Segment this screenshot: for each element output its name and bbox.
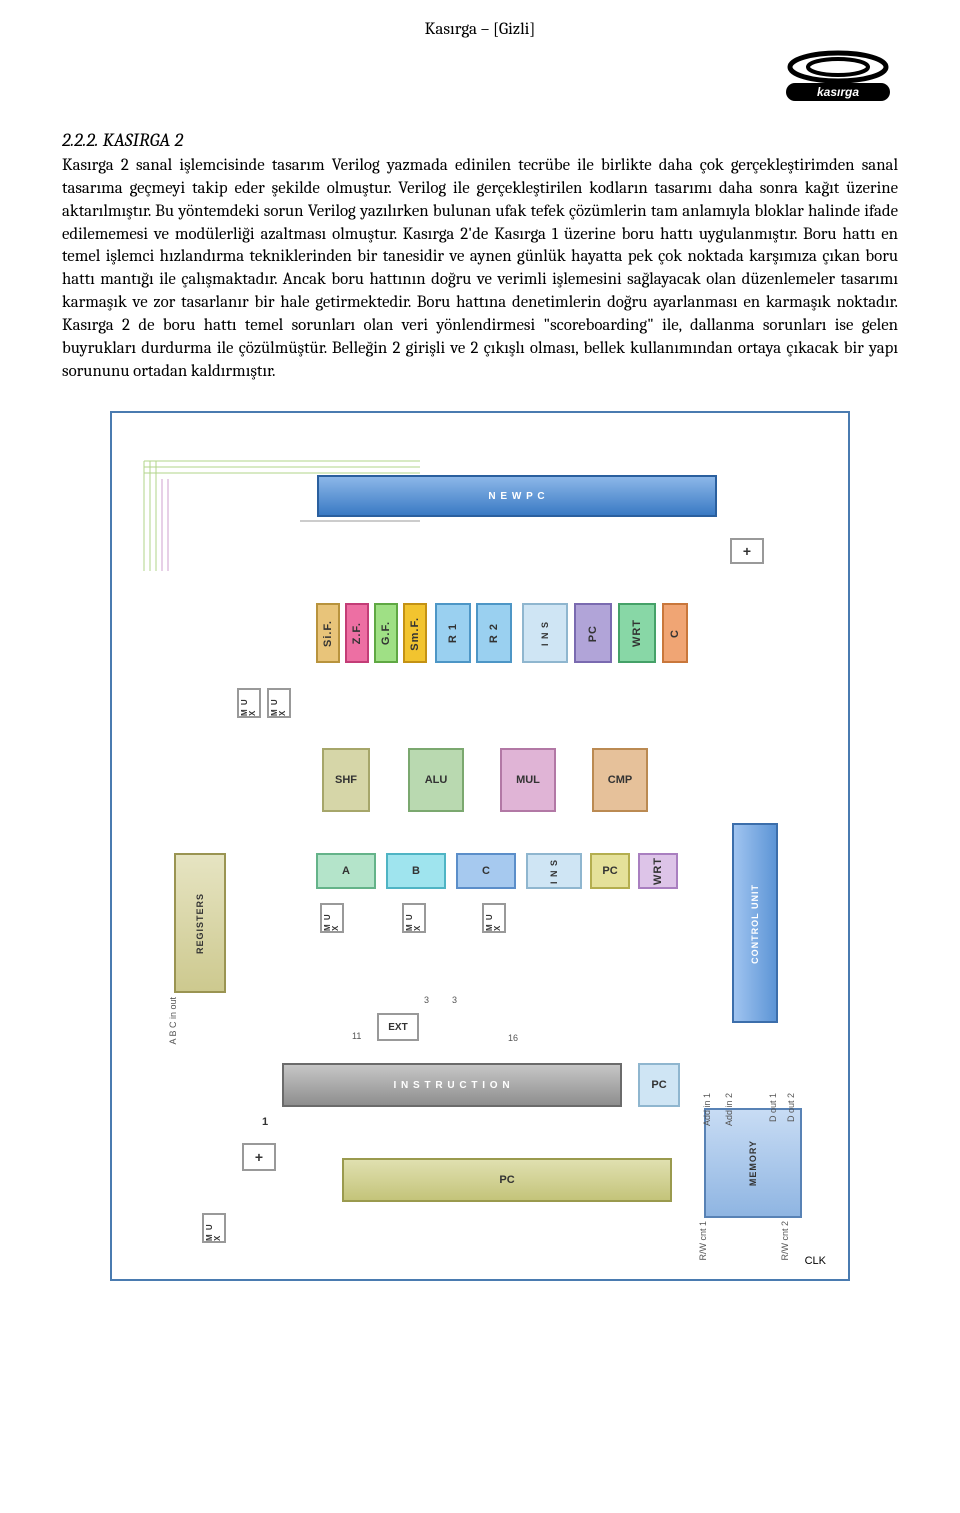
block-pc-3: PC <box>638 1063 680 1107</box>
label-11: 11 <box>352 1031 361 1041</box>
registers-ports-label: A B C in out <box>168 997 178 1045</box>
block-r1: R 1 <box>435 603 471 663</box>
brand-logo: kasırga <box>778 49 898 103</box>
block-control-unit: CONTROL UNIT <box>732 823 778 1023</box>
label-16: 16 <box>508 1033 518 1043</box>
block-memory: MEMORY <box>704 1108 802 1218</box>
label-dout1: D out 1 <box>768 1093 778 1122</box>
block-sm-flag: Sm.F. <box>403 603 427 663</box>
block-pc-1: PC <box>574 603 612 663</box>
block-mux-bottom: M U X <box>202 1213 226 1243</box>
label-3a: 3 <box>452 995 457 1005</box>
label-addin1: Add in 1 <box>702 1093 712 1126</box>
block-c-2: C <box>456 853 516 889</box>
doc-header: Kasırga – [Gizli] <box>62 20 898 39</box>
block-pc-2: PC <box>590 853 630 889</box>
block-wrt-1: WRT <box>618 603 656 663</box>
block-r2: R 2 <box>476 603 512 663</box>
cpu-block-diagram: N E W P C + Si.F. Z.F. G.F. Sm.F. R 1 R … <box>110 411 850 1281</box>
block-ins-2: I N S <box>526 853 582 889</box>
label-clk: CLK <box>805 1255 826 1267</box>
block-adder-top: + <box>730 538 764 564</box>
block-z-flag: Z.F. <box>345 603 369 663</box>
block-adder-bottom: + <box>242 1143 276 1171</box>
section-body: Kasırga 2 sanal işlemcisinde tasarım Ver… <box>62 155 898 383</box>
block-mux-2c: M U X <box>482 903 506 933</box>
block-mul: MUL <box>500 748 556 812</box>
block-ext: EXT <box>377 1013 419 1041</box>
block-mux-2a: M U X <box>320 903 344 933</box>
block-g-flag: G.F. <box>374 603 398 663</box>
block-b: B <box>386 853 446 889</box>
logo-text: kasırga <box>817 85 859 99</box>
label-3b: 3 <box>424 995 429 1005</box>
block-c-1: C <box>662 603 688 663</box>
label-rwcnt1: R/W cnt 1 <box>698 1221 708 1261</box>
label-dout2: D out 2 <box>786 1093 796 1122</box>
block-instruction: I N S T R U C T I O N <box>282 1063 622 1107</box>
block-alu: ALU <box>408 748 464 812</box>
label-rwcnt2: R/W cnt 2 <box>780 1221 790 1261</box>
block-registers: REGISTERS <box>174 853 226 993</box>
block-new-pc: N E W P C <box>317 475 717 517</box>
block-mux-2b: M U X <box>402 903 426 933</box>
block-ins-1: I N S <box>522 603 568 663</box>
section-number: 2.2.2. <box>62 129 98 151</box>
label-addin2: Add in 2 <box>724 1093 734 1126</box>
block-shf: SHF <box>322 748 370 812</box>
block-mux-a: M U X <box>237 688 261 718</box>
block-cmp: CMP <box>592 748 648 812</box>
block-sif-flag: Si.F. <box>316 603 340 663</box>
block-mux-b: M U X <box>267 688 291 718</box>
logo-container: kasırga <box>62 49 898 107</box>
block-a: A <box>316 853 376 889</box>
block-pc-bar: PC <box>342 1158 672 1202</box>
label-one: 1 <box>258 1115 272 1129</box>
section-heading: 2.2.2. KASIRGA 2 <box>62 129 898 151</box>
section-title: KASIRGA 2 <box>103 129 184 151</box>
block-wrt-2: WRT <box>638 853 678 889</box>
